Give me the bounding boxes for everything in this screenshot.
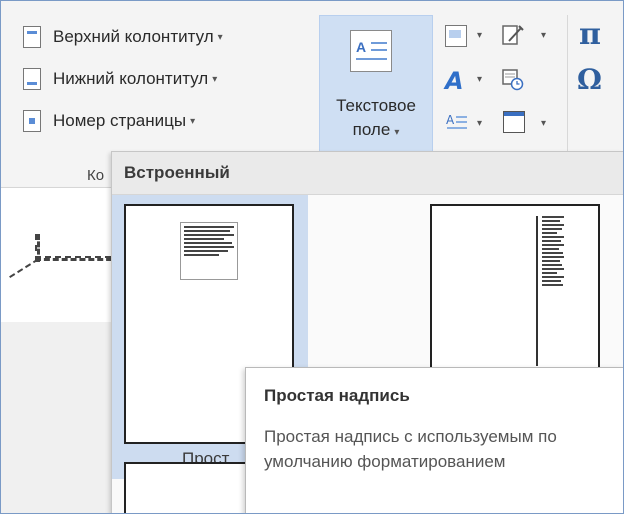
textbox-icon: A [350,30,392,72]
chevron-down-icon[interactable]: ▾ [477,118,482,129]
mini-textbox-preview [180,222,238,280]
textbox-label-line2: поле ▾ [352,120,400,139]
document-area [1,188,121,322]
document-lower-area [1,322,111,513]
page-number-label: Номер страницы [53,111,187,130]
drop-cap-icon[interactable]: A [445,111,467,133]
chevron-down-icon[interactable]: ▾ [477,74,482,85]
chevron-down-icon: ▾ [217,31,223,43]
group-divider [567,15,568,155]
footer-label: Нижний колонтитул [53,69,209,88]
footer-button[interactable]: Нижний колонтитул ▾ [23,65,217,93]
page-footer-icon [23,68,41,90]
tooltip-title: Простая надпись [264,386,410,405]
header-footer-group-label: Ко [87,167,105,184]
chevron-down-icon: ▾ [190,115,196,127]
tooltip-description: Простая надпись с используемым по умолча… [264,427,557,471]
page-number-button[interactable]: Номер страницы ▾ [23,107,195,135]
app-window: Верхний колонтитул ▾ Нижний колонтитул ▾… [0,0,624,514]
object-icon[interactable] [503,111,525,133]
wordart-icon[interactable]: A [445,67,467,95]
chevron-down-icon: ▾ [212,73,218,85]
symbol-icon[interactable]: Ω [577,63,602,96]
quick-parts-icon[interactable] [445,25,467,47]
chevron-down-icon[interactable]: ▾ [541,118,546,129]
header-button[interactable]: Верхний колонтитул ▾ [23,23,223,51]
chevron-down-icon[interactable]: ▾ [477,30,482,41]
page-number-icon [23,110,41,132]
equation-icon[interactable]: π [579,17,601,52]
mini-sidebar-preview [536,216,564,366]
textbox-button[interactable]: A Текстовое поле ▾ [319,15,433,157]
chevron-down-icon[interactable]: ▾ [541,30,546,41]
textbox-label-line1: Текстовое [336,96,416,115]
svg-text:A: A [446,113,455,127]
tooltip: Простая надпись Простая надпись с исполь… [245,367,623,513]
gallery-section-header: Встроенный [112,152,623,195]
page-header-icon [23,26,41,48]
header-label: Верхний колонтитул [53,27,214,46]
signature-line-icon[interactable] [501,23,524,45]
gallery-section-title: Встроенный [124,163,230,182]
date-time-icon[interactable] [501,67,524,91]
